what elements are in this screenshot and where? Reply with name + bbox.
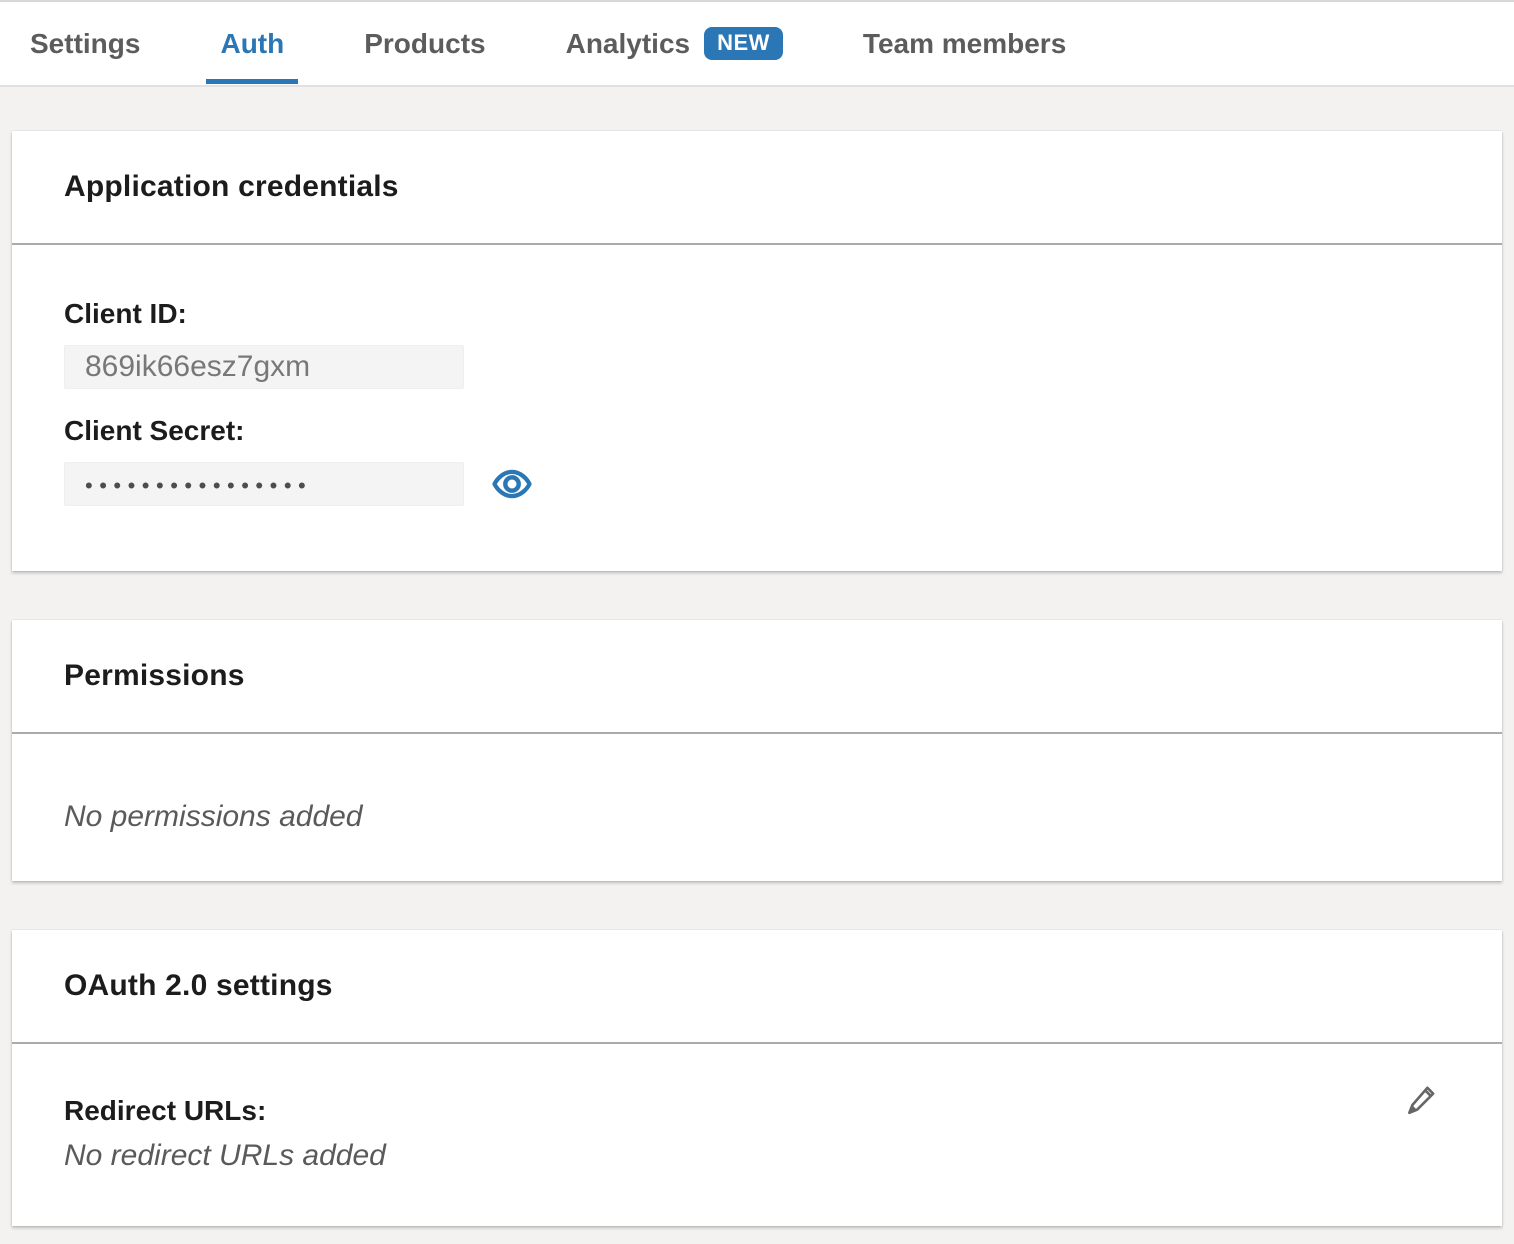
tab-settings[interactable]: Settings [16,2,154,85]
permissions-card: Permissions No permissions added [12,620,1502,881]
card-body: Client ID: Client Secret: [12,245,1502,571]
app-tab-bar: Settings Auth Products Analytics NEW Tea… [0,0,1514,87]
client-id-field[interactable] [64,345,464,389]
redirect-urls-label: Redirect URLs: [64,1095,1450,1127]
auth-tab-content: Application credentials Client ID: Clien… [0,87,1514,1226]
edit-redirect-urls-button[interactable] [1403,1080,1439,1120]
oauth-settings-card: OAuth 2.0 settings Redirect URLs: No red… [12,930,1502,1226]
card-title: Application credentials [64,170,399,204]
application-credentials-card: Application credentials Client ID: Clien… [12,131,1502,571]
no-redirect-urls-text: No redirect URLs added [64,1139,1450,1173]
card-title: OAuth 2.0 settings [64,969,333,1003]
tab-label: Analytics [566,28,691,60]
no-permissions-text: No permissions added [64,800,1450,834]
pencil-icon [1403,1080,1439,1120]
client-secret-field[interactable] [64,462,464,506]
tab-products[interactable]: Products [350,2,499,85]
client-secret-label: Client Secret: [64,415,1450,447]
new-badge: NEW [704,27,783,60]
card-header: Permissions [12,620,1502,734]
client-id-label: Client ID: [64,298,1450,330]
card-header: OAuth 2.0 settings [12,930,1502,1044]
card-body: No permissions added [12,734,1502,881]
tab-label: Team members [863,28,1066,60]
card-header: Application credentials [12,131,1502,245]
tab-analytics[interactable]: Analytics NEW [552,2,797,85]
card-body: Redirect URLs: No redirect URLs added [12,1044,1502,1226]
eye-icon [492,466,532,502]
tab-label: Settings [30,28,140,60]
client-secret-row [64,447,1450,506]
tab-label: Products [364,28,485,60]
tab-team-members[interactable]: Team members [849,2,1080,85]
reveal-secret-button[interactable] [492,466,532,502]
card-title: Permissions [64,659,245,693]
tab-auth[interactable]: Auth [206,2,298,85]
tab-label: Auth [220,28,284,60]
